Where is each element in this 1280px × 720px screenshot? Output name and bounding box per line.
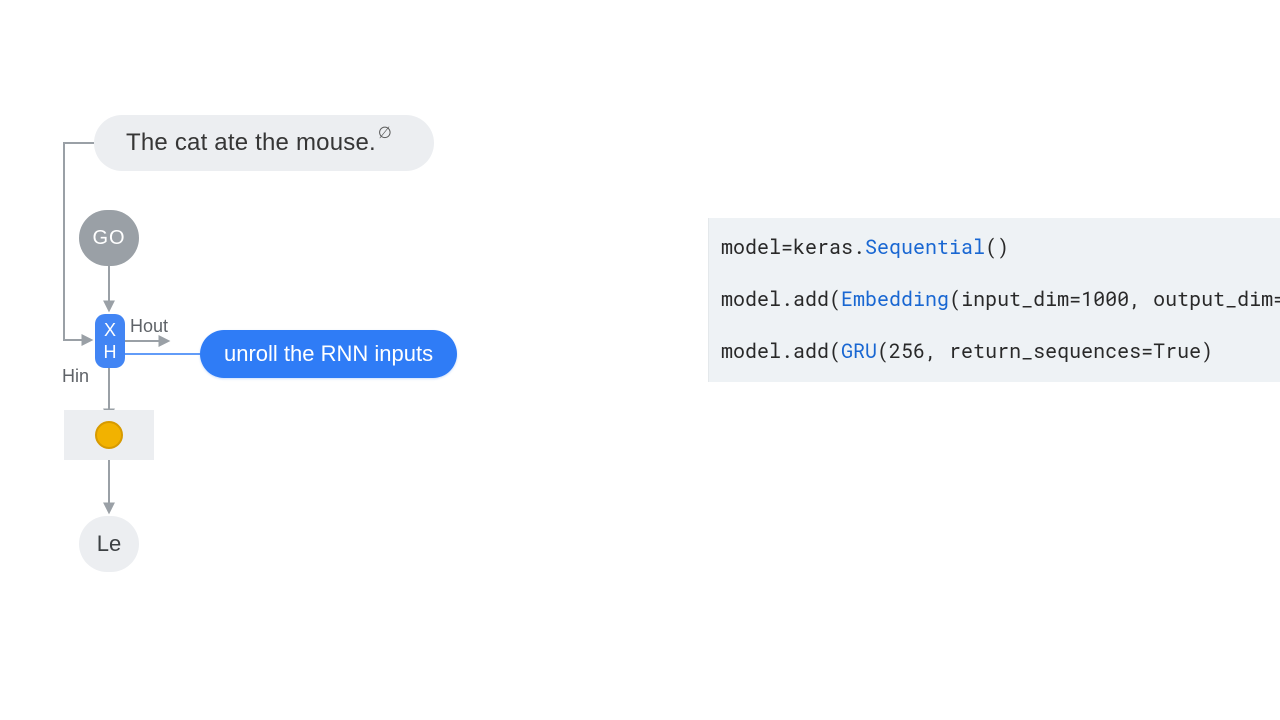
- input-sentence-text: The cat ate the mouse.: [126, 129, 376, 157]
- hout-label: Hout: [130, 316, 168, 337]
- output-token-label: Le: [97, 531, 121, 557]
- input-sentence-pill: The cat ate the mouse. ∅: [94, 115, 434, 171]
- go-token-node: GO: [79, 210, 139, 266]
- code-panel: model=keras.Sequential() model.add(Embed…: [708, 218, 1280, 382]
- unroll-text: unroll the RNN inputs: [224, 341, 433, 367]
- rnn-cell-h: H: [104, 341, 117, 363]
- unroll-annotation: unroll the RNN inputs: [200, 330, 457, 378]
- output-token-node: Le: [79, 516, 139, 572]
- code-line-2: model.add(Embedding(input_dim=1000, outp…: [721, 286, 1280, 312]
- code-line-1: model=keras.Sequential(): [721, 234, 1009, 260]
- hin-label: Hin: [62, 366, 89, 387]
- slide-stage: The cat ate the mouse. ∅ GO X H Hin Hout…: [0, 0, 1280, 720]
- go-token-label: GO: [92, 227, 125, 250]
- rnn-cell-x: X: [104, 319, 116, 341]
- code-line-3: model.add(GRU(256, return_sequences=True…: [721, 338, 1213, 364]
- end-of-sequence-icon: ∅: [378, 123, 392, 143]
- dense-node-icon: [95, 421, 123, 449]
- rnn-cell: X H: [95, 314, 125, 368]
